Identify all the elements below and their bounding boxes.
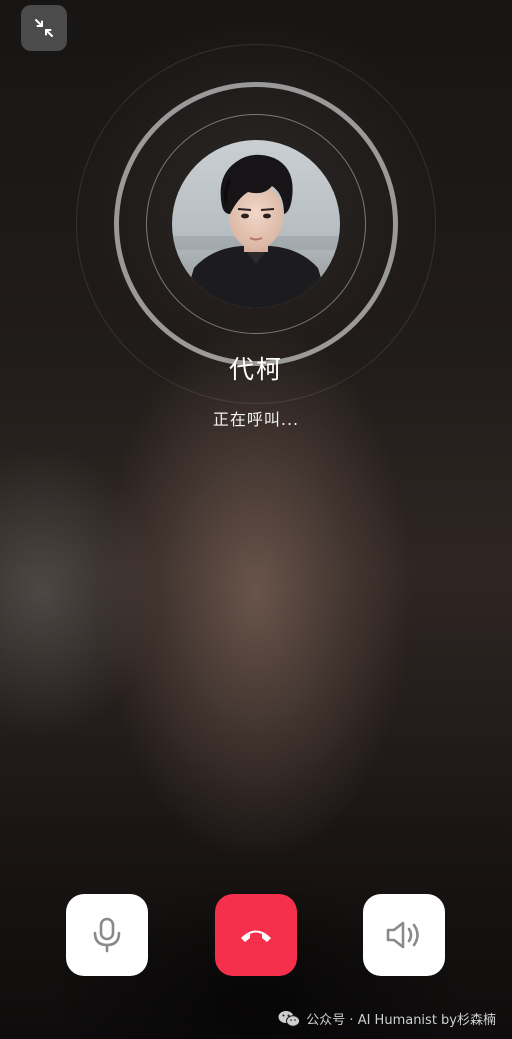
caller-name: 代柯 xyxy=(228,355,283,384)
minimize-button[interactable] xyxy=(21,5,67,51)
speaker-icon xyxy=(386,921,419,949)
microphone-icon xyxy=(93,917,121,953)
caller-avatar xyxy=(172,140,340,308)
phone-hangup-icon xyxy=(241,930,271,942)
watermark-text: 公众号 · AI Humanist by杉森楠 xyxy=(306,1013,496,1028)
hang-up-button[interactable] xyxy=(215,894,297,976)
mute-mic-button[interactable] xyxy=(66,894,148,976)
minimize-arrows-icon xyxy=(35,19,53,37)
wechat-icon xyxy=(278,1010,301,1027)
call-status-text: 正在呼叫... xyxy=(212,410,300,429)
watermark: 公众号 · AI Humanist by杉森楠 xyxy=(278,1009,496,1028)
speaker-button[interactable] xyxy=(363,894,445,976)
